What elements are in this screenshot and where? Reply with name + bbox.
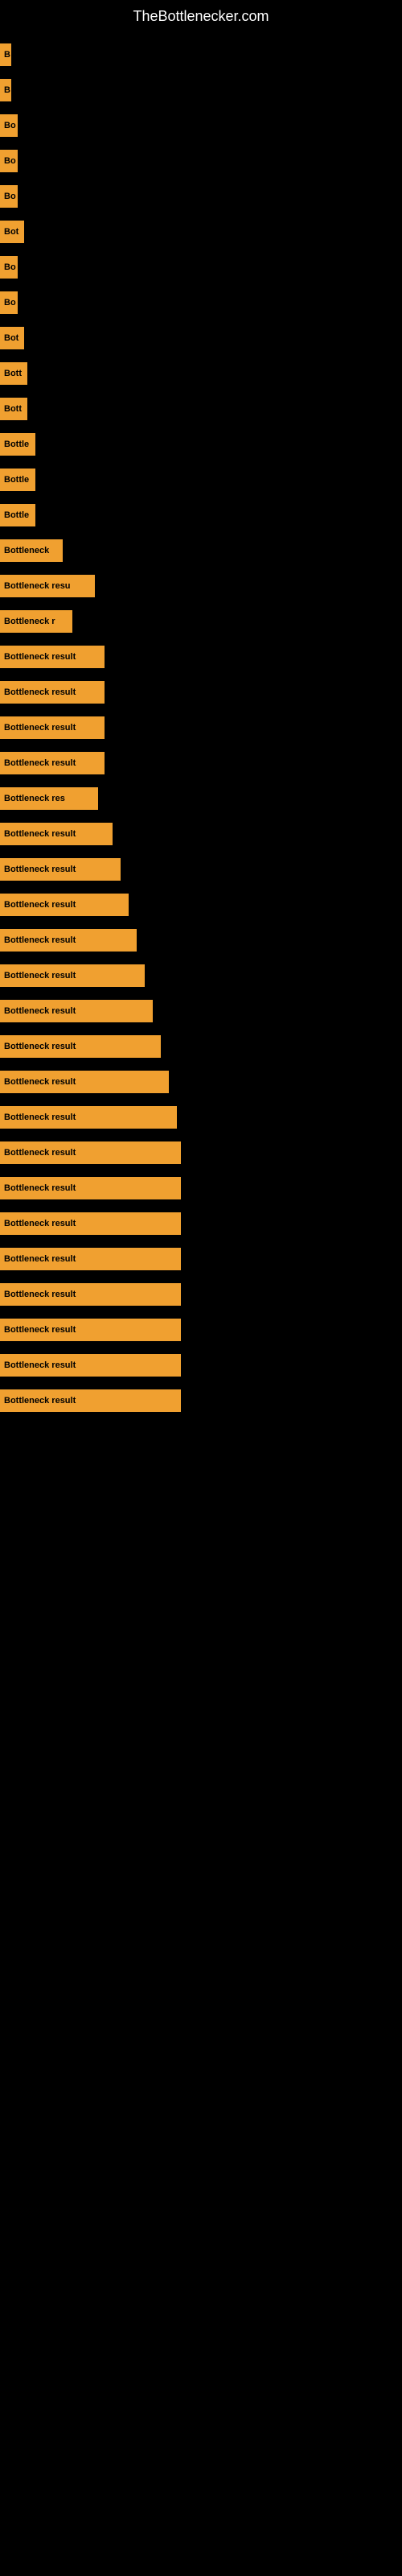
bar-label: Bottleneck result <box>0 1389 181 1412</box>
bar-row: Bottleneck result <box>0 1312 402 1348</box>
bar-row: Bottleneck result <box>0 1206 402 1241</box>
bar-label: Bottleneck result <box>0 1000 153 1022</box>
bars-container: BB Bo Bo Bo Bot Bo Bo Bot Bott Bott Bottle Bottle Bo… <box>0 37 402 1418</box>
bar-label: Bottleneck result <box>0 681 105 704</box>
bar-row: Bottleneck <box>0 533 402 568</box>
bar-label: Bottleneck result <box>0 964 145 987</box>
bar-label: Bottleneck result <box>0 1177 181 1199</box>
bar-row: Bott <box>0 356 402 391</box>
bar-row: Bottleneck result <box>0 1277 402 1312</box>
bar-label: Bottleneck result <box>0 929 137 952</box>
bar-row: Bot <box>0 320 402 356</box>
bar-row: Bo <box>0 179 402 214</box>
bar-row: B <box>0 37 402 72</box>
bar-row: Bottleneck resu <box>0 568 402 604</box>
bar-label: Bottleneck result <box>0 1106 177 1129</box>
bar-label: Bottleneck result <box>0 716 105 739</box>
bar-row: Bottleneck r <box>0 604 402 639</box>
bar-row: Bo <box>0 250 402 285</box>
bar-row: Bottleneck result <box>0 993 402 1029</box>
bar-row: Bottleneck res <box>0 781 402 816</box>
bar-row: Bottleneck result <box>0 887 402 923</box>
bar-label: Bo <box>0 185 18 208</box>
bar-label: Bo <box>0 291 18 314</box>
bar-row: Bo <box>0 285 402 320</box>
bar-row: Bottleneck result <box>0 1029 402 1064</box>
bar-row: Bott <box>0 391 402 427</box>
bar-label: Bo <box>0 150 18 172</box>
bar-row: Bottleneck result <box>0 1348 402 1383</box>
bar-row: Bottle <box>0 427 402 462</box>
bar-label: Bottleneck result <box>0 752 105 774</box>
bar-label: B <box>0 79 11 101</box>
bar-label: Bottle <box>0 433 35 456</box>
bar-row: Bottleneck result <box>0 639 402 675</box>
bar-label: Bo <box>0 256 18 279</box>
bar-row: Bottle <box>0 462 402 497</box>
bar-label: B <box>0 43 11 66</box>
bar-label: Bottleneck result <box>0 1354 181 1377</box>
bar-label: Bottleneck result <box>0 1071 169 1093</box>
bar-row: Bottleneck result <box>0 1100 402 1135</box>
bar-row: Bottleneck result <box>0 958 402 993</box>
bar-label: Bottle <box>0 469 35 491</box>
bar-label: Bo <box>0 114 18 137</box>
bar-row: Bottleneck result <box>0 745 402 781</box>
bar-label: Bottleneck <box>0 539 63 562</box>
bar-row: Bottleneck result <box>0 816 402 852</box>
bar-row: Bottleneck result <box>0 710 402 745</box>
bar-label: Bott <box>0 362 27 385</box>
bar-row: B <box>0 72 402 108</box>
bar-row: Bottleneck result <box>0 1135 402 1170</box>
bar-label: Bottleneck result <box>0 1248 181 1270</box>
bar-row: Bo <box>0 143 402 179</box>
bar-row: Bottleneck result <box>0 1170 402 1206</box>
bar-row: Bottleneck result <box>0 1241 402 1277</box>
bar-label: Bottleneck result <box>0 823 113 845</box>
bar-label: Bottleneck res <box>0 787 98 810</box>
bar-row: Bottle <box>0 497 402 533</box>
bar-row: Bo <box>0 108 402 143</box>
bar-label: Bott <box>0 398 27 420</box>
bar-row: Bottleneck result <box>0 1064 402 1100</box>
site-title: TheBottlenecker.com <box>0 0 402 37</box>
bar-row: Bottleneck result <box>0 1383 402 1418</box>
bar-label: Bottleneck result <box>0 1141 181 1164</box>
bar-label: Bottleneck resu <box>0 575 95 597</box>
bar-label: Bot <box>0 327 24 349</box>
bar-row: Bot <box>0 214 402 250</box>
bar-row: Bottleneck result <box>0 852 402 887</box>
bar-label: Bottleneck result <box>0 1212 181 1235</box>
bar-label: Bot <box>0 221 24 243</box>
bar-label: Bottleneck result <box>0 1283 181 1306</box>
bar-label: Bottleneck result <box>0 1035 161 1058</box>
bar-label: Bottleneck result <box>0 894 129 916</box>
bar-row: Bottleneck result <box>0 923 402 958</box>
bar-label: Bottleneck result <box>0 1319 181 1341</box>
bar-label: Bottleneck result <box>0 646 105 668</box>
bar-label: Bottleneck r <box>0 610 72 633</box>
bar-label: Bottle <box>0 504 35 526</box>
bar-label: Bottleneck result <box>0 858 121 881</box>
bar-row: Bottleneck result <box>0 675 402 710</box>
